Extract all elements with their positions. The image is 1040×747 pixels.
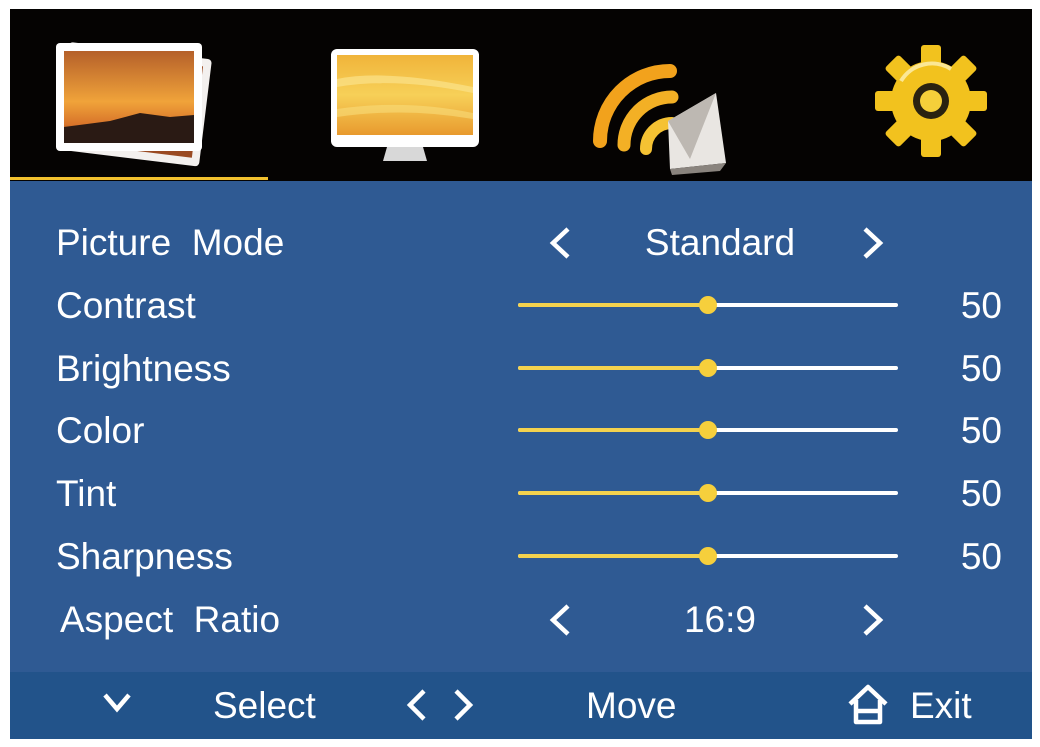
selected-tab-indicator <box>10 177 268 180</box>
row-tint[interactable]: Tint 50 <box>10 463 1032 525</box>
picture-photos-icon <box>56 42 212 167</box>
tab-settings[interactable] <box>775 9 1030 181</box>
speaker-sound-icon <box>593 64 726 175</box>
slider-knob[interactable] <box>699 547 717 565</box>
tab-sound[interactable] <box>520 9 775 181</box>
slider-knob[interactable] <box>699 484 717 502</box>
brightness-value: 50 <box>960 348 1002 389</box>
color-slider[interactable] <box>518 400 898 462</box>
row-contrast[interactable]: Contrast 50 <box>10 275 1032 337</box>
tint-label: Tint <box>56 473 117 514</box>
select-hint: Select <box>213 685 316 726</box>
chevron-right-icon <box>863 227 884 259</box>
contrast-label: Contrast <box>56 285 196 326</box>
slider-knob[interactable] <box>699 296 717 314</box>
brightness-label: Brightness <box>56 348 231 389</box>
aspect-ratio-next-button[interactable] <box>861 589 901 651</box>
exit-hint: Exit <box>910 685 972 726</box>
move-hint: Move <box>586 685 677 726</box>
slider-fill <box>518 554 708 558</box>
tab-screen[interactable] <box>265 9 520 181</box>
aspect-ratio-value: 16:9 <box>683 599 756 640</box>
contrast-value: 50 <box>960 285 1002 326</box>
key-hint-bar: Select Move Exit <box>10 672 1032 739</box>
sharpness-slider[interactable] <box>518 526 898 588</box>
brightness-slider[interactable] <box>518 338 898 400</box>
picture-mode-next-button[interactable] <box>861 212 901 274</box>
picture-mode-prev-button[interactable] <box>548 212 588 274</box>
color-value: 50 <box>960 410 1002 451</box>
sharpness-label: Sharpness <box>56 536 233 577</box>
chevron-right-icon <box>450 672 478 739</box>
sharpness-value: 50 <box>960 536 1002 577</box>
picture-mode-label: Picture Mode <box>56 222 285 263</box>
chevron-left-icon <box>549 604 570 636</box>
tint-value: 50 <box>960 473 1002 514</box>
tab-picture[interactable] <box>10 9 265 181</box>
monitor-screen-icon <box>331 49 479 161</box>
slider-fill <box>518 428 708 432</box>
tint-slider[interactable] <box>518 463 898 525</box>
gear-icon <box>875 45 987 157</box>
row-color[interactable]: Color 50 <box>10 400 1032 462</box>
aspect-ratio-prev-button[interactable] <box>548 589 588 651</box>
chevron-down-icon <box>102 672 132 739</box>
slider-knob[interactable] <box>699 359 717 377</box>
home-icon <box>846 672 890 739</box>
row-sharpness[interactable]: Sharpness 50 <box>10 526 1032 588</box>
slider-fill <box>518 491 708 495</box>
chevron-left-icon <box>402 672 430 739</box>
slider-knob[interactable] <box>699 421 717 439</box>
menu-tab-bar <box>10 9 1032 181</box>
picture-settings-menu: Picture Mode Standard Contrast 50 Bright… <box>10 9 1032 739</box>
row-brightness[interactable]: Brightness 50 <box>10 338 1032 400</box>
row-picture-mode[interactable]: Picture Mode Standard <box>10 212 1032 274</box>
row-aspect-ratio[interactable]: Aspect Ratio 16:9 <box>10 589 1032 651</box>
chevron-left-icon <box>549 227 570 259</box>
aspect-ratio-label: Aspect Ratio <box>60 599 281 640</box>
picture-mode-value: Standard <box>644 222 796 263</box>
slider-fill <box>518 366 708 370</box>
contrast-slider[interactable] <box>518 275 898 337</box>
chevron-right-icon <box>863 604 884 636</box>
slider-fill <box>518 303 708 307</box>
color-label: Color <box>56 410 145 451</box>
